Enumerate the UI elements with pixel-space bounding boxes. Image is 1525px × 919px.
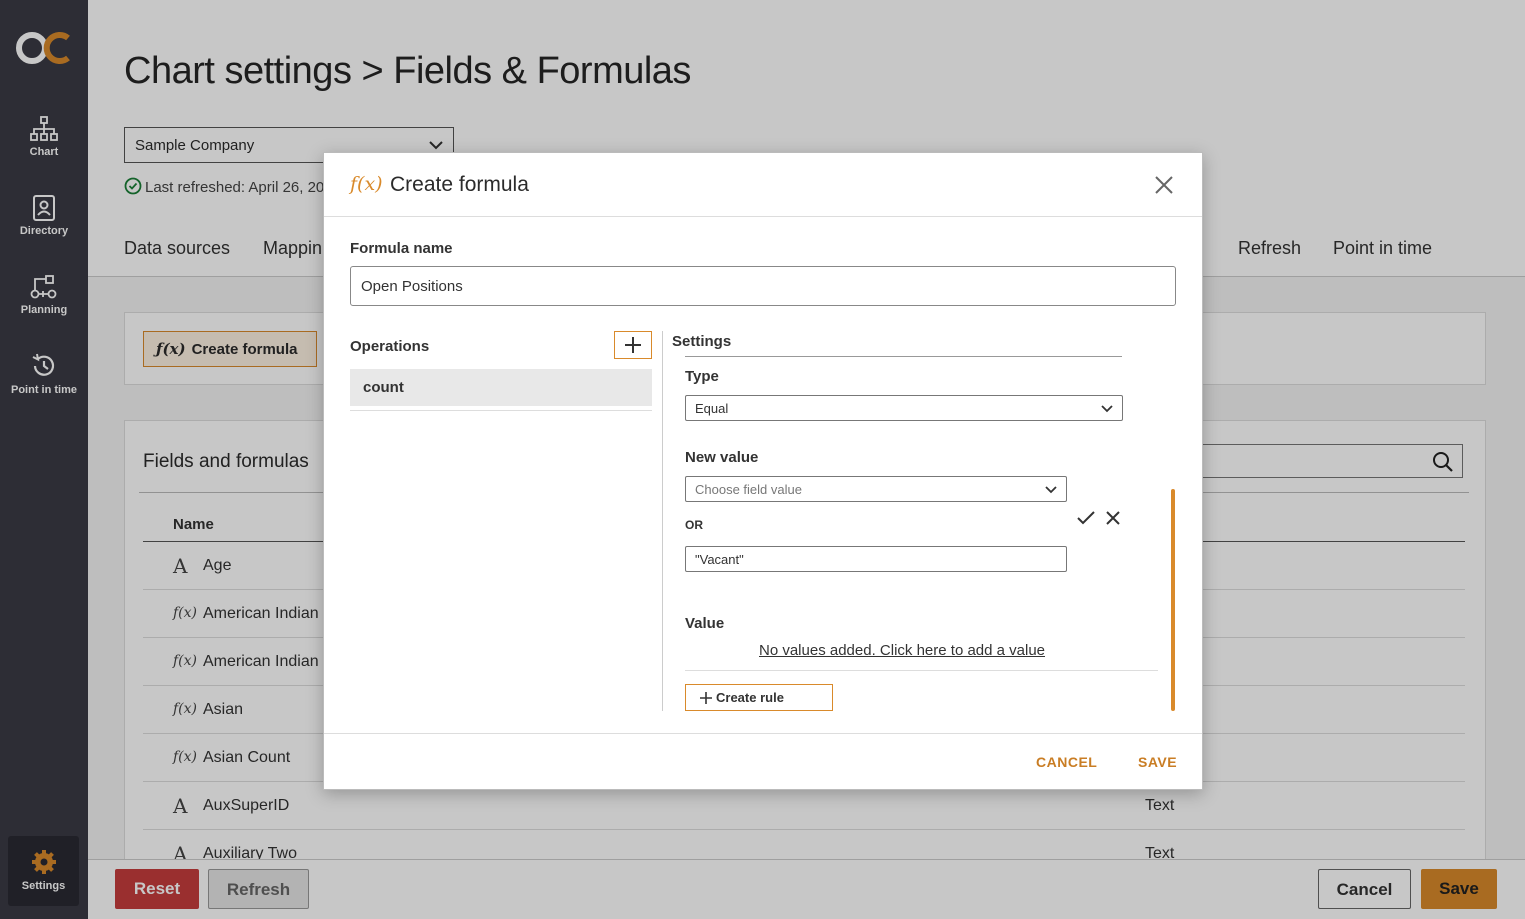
settings-scrollbar[interactable] bbox=[1171, 489, 1175, 711]
formula-name-label: Formula name bbox=[350, 240, 453, 257]
fx-icon: f(x) bbox=[350, 173, 383, 195]
create-rule-button[interactable]: Create rule bbox=[685, 684, 833, 711]
divider bbox=[685, 670, 1158, 671]
dialog-save-button[interactable]: SAVE bbox=[1138, 754, 1177, 770]
value-label: Value bbox=[685, 615, 725, 632]
operations-label: Operations bbox=[350, 338, 430, 355]
create-rule-label: Create rule bbox=[716, 690, 784, 705]
close-icon[interactable] bbox=[1154, 175, 1174, 195]
divider bbox=[685, 356, 1122, 357]
field-value-select[interactable]: Choose field value bbox=[685, 476, 1067, 502]
literal-value-input[interactable]: "Vacant" bbox=[685, 546, 1067, 572]
type-label: Type bbox=[685, 368, 719, 385]
settings-label: Settings bbox=[672, 333, 732, 350]
or-label: OR bbox=[685, 518, 703, 532]
divider bbox=[350, 410, 652, 411]
dialog-title: Create formula bbox=[390, 173, 529, 196]
create-formula-dialog: f(x) Create formula Formula name Open Po… bbox=[323, 152, 1203, 790]
dialog-header: f(x) Create formula bbox=[324, 153, 1202, 217]
panel-separator bbox=[662, 331, 663, 711]
new-value-label: New value bbox=[685, 449, 759, 466]
divider bbox=[324, 733, 1202, 734]
chevron-down-icon bbox=[1045, 486, 1057, 494]
check-icon[interactable] bbox=[1076, 510, 1096, 526]
formula-name-input[interactable]: Open Positions bbox=[350, 266, 1176, 306]
add-value-link[interactable]: No values added. Click here to add a val… bbox=[759, 642, 1045, 659]
operation-item-count[interactable]: count bbox=[350, 369, 652, 406]
add-operation-button[interactable] bbox=[614, 331, 652, 359]
field-value-placeholder: Choose field value bbox=[695, 482, 802, 497]
type-select-value: Equal bbox=[695, 401, 729, 416]
dialog-cancel-button[interactable]: CANCEL bbox=[1036, 754, 1097, 770]
close-icon[interactable] bbox=[1105, 510, 1121, 526]
chevron-down-icon bbox=[1101, 405, 1113, 413]
plus-icon bbox=[700, 692, 712, 704]
plus-icon bbox=[625, 337, 641, 353]
type-select[interactable]: Equal bbox=[685, 395, 1123, 421]
